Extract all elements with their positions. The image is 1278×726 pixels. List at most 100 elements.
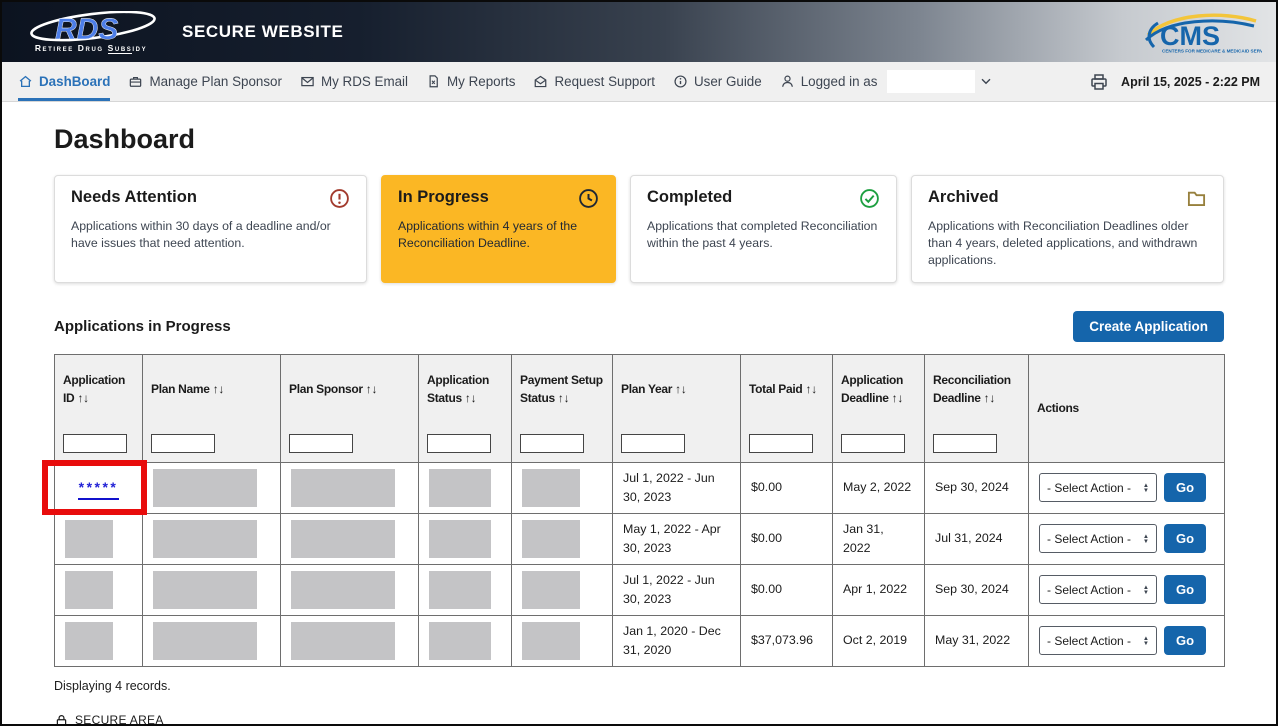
redacted-plan-name (153, 520, 257, 558)
column-header-plan-sponsor[interactable]: Plan Sponsor ↑↓ (281, 354, 419, 424)
filter-input-reconciliation-deadline[interactable] (933, 434, 997, 453)
nav-item-dashboard[interactable]: DashBoard (18, 62, 110, 101)
main-content: Dashboard Needs Attention Applications w… (2, 102, 1276, 726)
redacted-payment-setup-status (522, 520, 580, 558)
filter-cell (512, 424, 613, 462)
person-icon (780, 74, 795, 89)
action-select[interactable]: - Select Action -▲▼ (1039, 524, 1157, 553)
nav-item-user-guide[interactable]: User Guide (673, 62, 762, 101)
application-status-cell (419, 462, 512, 513)
plan-year-cell: Jan 1, 2020 - Dec 31, 2020 (613, 615, 741, 666)
card-in-progress[interactable]: In Progress Applications within 4 years … (381, 175, 616, 283)
card-completed[interactable]: Completed Applications that completed Re… (630, 175, 897, 283)
go-button[interactable]: Go (1164, 575, 1206, 604)
filter-input-application-id[interactable] (63, 434, 127, 453)
rds-logo: RDS Retiree Drug Subsidy (18, 11, 164, 53)
create-application-button[interactable]: Create Application (1073, 311, 1224, 342)
plan-year-cell: May 1, 2022 - Apr 30, 2023 (613, 513, 741, 564)
table-row: Jan 1, 2020 - Dec 31, 2020 $37,073.96 Oc… (55, 615, 1225, 666)
alert-circle-icon (329, 188, 350, 209)
actions-cell: - Select Action -▲▼Go (1029, 564, 1225, 615)
column-header-application-deadline[interactable]: Application Deadline ↑↓ (833, 354, 925, 424)
filter-input-total-paid[interactable] (749, 434, 813, 453)
nav-item-my-reports[interactable]: My Reports (426, 62, 515, 101)
rds-secure-website-page: RDS Retiree Drug Subsidy SECURE WEBSITE … (0, 0, 1278, 726)
reconciliation-deadline-cell: Jul 31, 2024 (925, 513, 1029, 564)
redacted-plan-name (153, 571, 257, 609)
go-button[interactable]: Go (1164, 473, 1206, 502)
sort-icon: ↑↓ (984, 391, 995, 405)
redacted-plan-sponsor (291, 571, 395, 609)
filter-input-plan-name[interactable] (151, 434, 215, 453)
column-header-plan-year[interactable]: Plan Year ↑↓ (613, 354, 741, 424)
column-header-total-paid[interactable]: Total Paid ↑↓ (741, 354, 833, 424)
status-cards: Needs Attention Applications within 30 d… (54, 175, 1224, 283)
secure-area-indicator: SECURE AREA (54, 713, 1224, 726)
select-caret-icon: ▲▼ (1143, 534, 1149, 544)
plan-sponsor-cell (281, 462, 419, 513)
sort-icon: ↑↓ (892, 391, 903, 405)
payment-setup-status-cell (512, 615, 613, 666)
redacted-plan-sponsor (291, 520, 395, 558)
rds-logo-icon: RDS (21, 11, 161, 47)
filter-input-application-status[interactable] (427, 434, 491, 453)
action-select[interactable]: - Select Action -▲▼ (1039, 626, 1157, 655)
plan-name-cell (143, 462, 281, 513)
card-needs-attention[interactable]: Needs Attention Applications within 30 d… (54, 175, 367, 283)
site-label: SECURE WEBSITE (182, 22, 343, 42)
redacted-payment-setup-status (522, 571, 580, 609)
action-select[interactable]: - Select Action -▲▼ (1039, 473, 1157, 502)
card-archived[interactable]: Archived Applications with Reconciliatio… (911, 175, 1224, 283)
sort-icon: ↑↓ (213, 382, 224, 396)
filter-cell (55, 424, 143, 462)
column-header-reconciliation-deadline[interactable]: Reconciliation Deadline ↑↓ (925, 354, 1029, 424)
redacted-application-status (429, 469, 491, 507)
filter-input-plan-year[interactable] (621, 434, 685, 453)
rds-logo-subtitle: Retiree Drug Subsidy (35, 43, 147, 53)
page-title: Dashboard (54, 124, 1224, 155)
column-header-payment-setup-status[interactable]: Payment Setup Status ↑↓ (512, 354, 613, 424)
filter-input-payment-setup-status[interactable] (520, 434, 584, 453)
redacted-payment-setup-status (522, 469, 580, 507)
nav-item-request-support[interactable]: Request Support (533, 62, 655, 101)
application-id-link[interactable]: ***** (78, 479, 120, 500)
go-button[interactable]: Go (1164, 524, 1206, 553)
application-status-cell (419, 615, 512, 666)
filter-input-application-deadline[interactable] (841, 434, 905, 453)
redacted-plan-sponsor (291, 469, 395, 507)
sort-icon: ↑↓ (77, 391, 88, 405)
nav-item-manage-plan-sponsor[interactable]: Manage Plan Sponsor (128, 62, 282, 101)
filter-cell (281, 424, 419, 462)
column-header-plan-name[interactable]: Plan Name ↑↓ (143, 354, 281, 424)
nav-utilities: April 15, 2025 - 2:22 PM (1089, 62, 1260, 101)
filter-input-plan-sponsor[interactable] (289, 434, 353, 453)
go-button[interactable]: Go (1164, 626, 1206, 655)
application-id-cell (55, 564, 143, 615)
action-select[interactable]: - Select Action -▲▼ (1039, 575, 1157, 604)
logged-in-username-redacted[interactable] (887, 70, 975, 93)
section-title: Applications in Progress (54, 318, 231, 335)
applications-section-header: Applications in Progress Create Applicat… (54, 311, 1224, 342)
redacted-payment-setup-status (522, 622, 580, 660)
payment-setup-status-cell (512, 462, 613, 513)
payment-setup-status-cell (512, 564, 613, 615)
column-header-actions: Actions (1029, 354, 1225, 462)
table-row: May 1, 2022 - Apr 30, 2023 $0.00 Jan 31,… (55, 513, 1225, 564)
redacted-plan-name (153, 469, 257, 507)
application-deadline-cell: Oct 2, 2019 (833, 615, 925, 666)
cms-logo: CMS CENTERS FOR MEDICARE & MEDICAID SERV… (1138, 9, 1262, 55)
nav-item-my-rds-email[interactable]: My RDS Email (300, 62, 408, 101)
filter-cell (143, 424, 281, 462)
redacted-application-status (429, 520, 491, 558)
cms-logo-subtitle: CENTERS FOR MEDICARE & MEDICAID SERVICES (1162, 49, 1262, 54)
actions-cell: - Select Action -▲▼Go (1029, 462, 1225, 513)
plan-name-cell (143, 513, 281, 564)
column-header-application-status[interactable]: Application Status ↑↓ (419, 354, 512, 424)
envelope-open-icon (533, 74, 548, 89)
application-id-cell (55, 615, 143, 666)
print-icon[interactable] (1089, 72, 1109, 92)
column-header-application-id[interactable]: Application ID ↑↓ (55, 354, 143, 424)
record-count: Displaying 4 records. (54, 679, 1224, 693)
logged-in-dropdown[interactable]: Logged in as (780, 62, 992, 101)
actions-cell: - Select Action -▲▼Go (1029, 513, 1225, 564)
